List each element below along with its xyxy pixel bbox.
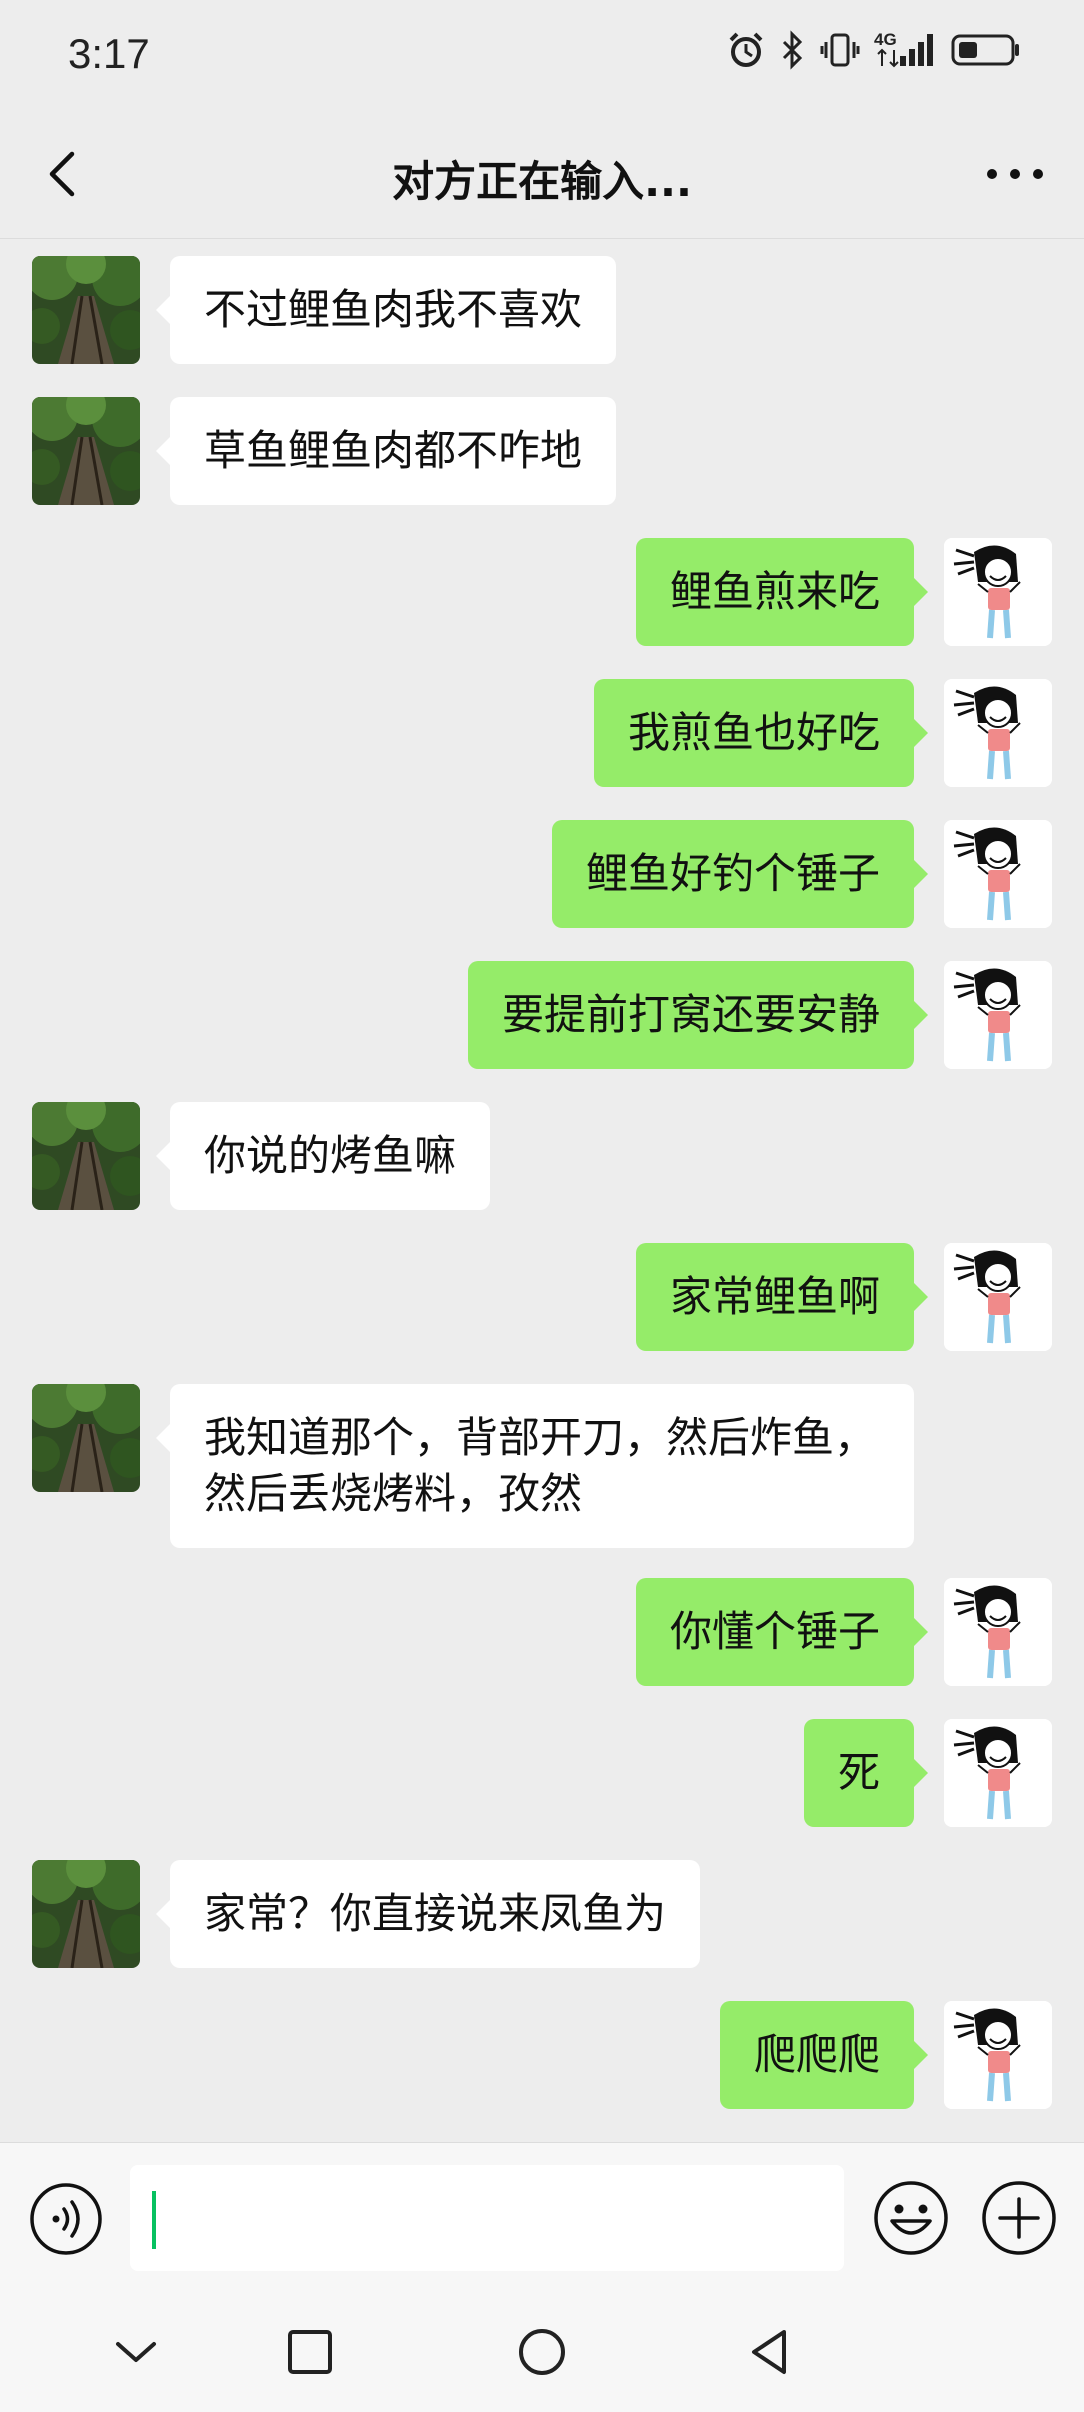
message-bubble[interactable]: 你懂个锤子 <box>635 1578 929 1686</box>
my-avatar[interactable] <box>944 538 1052 646</box>
status-icons: 4G <box>726 30 1022 70</box>
more-dots-icon[interactable] <box>980 154 1050 194</box>
contact-avatar[interactable] <box>32 256 140 364</box>
emoji-icon[interactable] <box>872 2179 950 2257</box>
my-avatar[interactable] <box>944 2001 1052 2109</box>
contact-avatar[interactable] <box>32 397 140 505</box>
message-bubble[interactable]: 草鱼鲤鱼肉都不咋地 <box>155 397 617 505</box>
my-avatar[interactable] <box>944 961 1052 1069</box>
message-bubble[interactable]: 鲤鱼煎来吃 <box>635 538 929 646</box>
message-bubble[interactable]: 你说的烤鱼嘛 <box>155 1102 491 1210</box>
my-avatar[interactable] <box>944 820 1052 928</box>
message-bubble[interactable]: 我知道那个，背部开刀，然后炸鱼，然后丢烧烤料，孜然 <box>156 1384 914 1548</box>
message-bubble[interactable]: 我煎鱼也好吃 <box>593 679 929 787</box>
my-avatar[interactable] <box>944 1578 1052 1686</box>
my-avatar[interactable] <box>944 1719 1052 1827</box>
message-bubble[interactable]: 要提前打窝还要安静 <box>467 961 929 1069</box>
plus-icon[interactable] <box>980 2179 1058 2257</box>
chat-title: 对方正在输入... <box>392 157 692 206</box>
message-bubble[interactable]: 家常？你直接说来凤鱼为 <box>155 1860 701 1968</box>
system-nav-bar <box>0 2292 1084 2412</box>
contact-avatar[interactable] <box>32 1860 140 1968</box>
vibrate-icon <box>820 33 860 67</box>
battery-icon <box>951 34 1019 66</box>
home-circle-icon[interactable] <box>510 2320 574 2384</box>
voice-icon[interactable] <box>28 2181 104 2257</box>
chat-message-list[interactable]: 不过鲤鱼肉我不喜欢 草鱼鲤鱼肉都不咋地 鲤鱼煎来吃 我煎鱼也好吃 鲤鱼好钓个锤子… <box>0 240 1084 2140</box>
message-bubble[interactable]: 不过鲤鱼肉我不喜欢 <box>155 256 617 364</box>
back-triangle-icon[interactable] <box>738 2320 802 2384</box>
message-input[interactable] <box>130 2165 844 2271</box>
collapse-down-icon[interactable] <box>104 2320 168 2384</box>
message-bubble[interactable]: 死 <box>803 1719 929 1827</box>
contact-avatar[interactable] <box>32 1384 140 1492</box>
recents-square-icon[interactable] <box>278 2320 342 2384</box>
chat-header: 对方正在输入... <box>0 110 1084 239</box>
status-time: 3:17 <box>68 30 150 77</box>
my-avatar[interactable] <box>944 679 1052 787</box>
bluetooth-icon <box>782 30 803 70</box>
message-bubble[interactable]: 爬爬爬 <box>719 2001 929 2109</box>
message-bubble[interactable]: 鲤鱼好钓个锤子 <box>551 820 929 928</box>
input-bar <box>0 2142 1084 2293</box>
contact-avatar[interactable] <box>32 1102 140 1210</box>
text-cursor <box>152 2191 156 2249</box>
alarm-icon <box>729 32 763 67</box>
status-bar: 3:17 4G <box>0 0 1084 110</box>
signal-icon: 4G <box>874 30 936 70</box>
my-avatar[interactable] <box>944 1243 1052 1351</box>
message-bubble[interactable]: 家常鲤鱼啊 <box>635 1243 929 1351</box>
